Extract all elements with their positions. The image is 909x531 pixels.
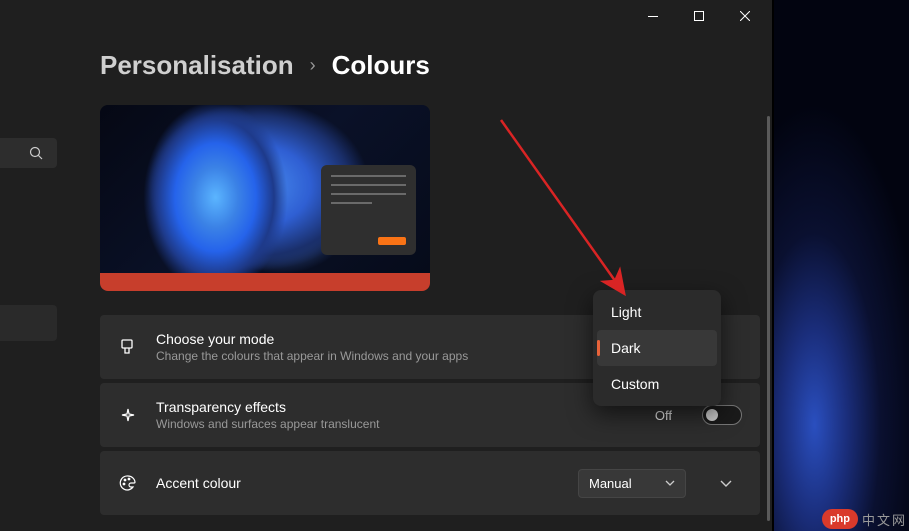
setting-title: Transparency effects	[156, 399, 637, 415]
brush-icon	[118, 338, 138, 356]
dropdown-item-light[interactable]: Light	[597, 294, 717, 330]
theme-preview	[100, 105, 430, 291]
preview-line	[331, 202, 372, 204]
breadcrumb: Personalisation › Colours	[100, 50, 760, 81]
setting-accent-colour: Accent colour Manual	[100, 451, 760, 515]
setting-description: Windows and surfaces appear translucent	[156, 417, 637, 431]
setting-title: Accent colour	[156, 475, 560, 491]
minimize-icon	[648, 16, 658, 17]
preview-line	[331, 175, 406, 177]
transparency-toggle[interactable]	[702, 405, 742, 425]
nav-stub[interactable]	[0, 305, 57, 341]
scrollbar[interactable]	[767, 116, 770, 521]
titlebar	[0, 0, 772, 32]
chevron-right-icon: ›	[310, 55, 316, 76]
search-stub[interactable]	[0, 138, 57, 168]
watermark: php 中文网	[822, 509, 907, 529]
setting-text: Transparency effects Windows and surface…	[156, 399, 637, 431]
watermark-badge: php	[822, 509, 858, 529]
dropdown-item-dark[interactable]: Dark	[597, 330, 717, 366]
setting-text: Accent colour	[156, 475, 560, 491]
chevron-down-icon	[665, 480, 675, 486]
search-icon	[29, 146, 43, 160]
accent-mode-select[interactable]: Manual	[578, 469, 686, 498]
preview-panel	[321, 165, 416, 255]
preview-line	[331, 184, 406, 186]
breadcrumb-parent[interactable]: Personalisation	[100, 50, 294, 81]
watermark-text: 中文网	[862, 510, 907, 529]
preview-accent-chip	[378, 237, 406, 245]
select-value: Manual	[589, 476, 632, 491]
toggle-knob	[706, 409, 718, 421]
close-button[interactable]	[722, 0, 768, 32]
chevron-down-icon	[720, 480, 732, 487]
settings-window: Personalisation › Colours Choose your mo…	[0, 0, 772, 531]
desktop-sliver	[774, 0, 909, 531]
sparkle-icon	[118, 406, 138, 424]
maximize-icon	[694, 11, 704, 21]
close-icon	[740, 11, 750, 21]
preview-taskbar	[100, 273, 430, 291]
toggle-label: Off	[655, 408, 672, 423]
minimize-button[interactable]	[630, 0, 676, 32]
palette-icon	[118, 474, 138, 492]
dropdown-item-custom[interactable]: Custom	[597, 366, 717, 402]
preview-line	[331, 193, 406, 195]
mode-dropdown: Light Dark Custom	[593, 290, 721, 406]
maximize-button[interactable]	[676, 0, 722, 32]
expand-button[interactable]	[710, 468, 742, 498]
page-title: Colours	[332, 50, 430, 81]
